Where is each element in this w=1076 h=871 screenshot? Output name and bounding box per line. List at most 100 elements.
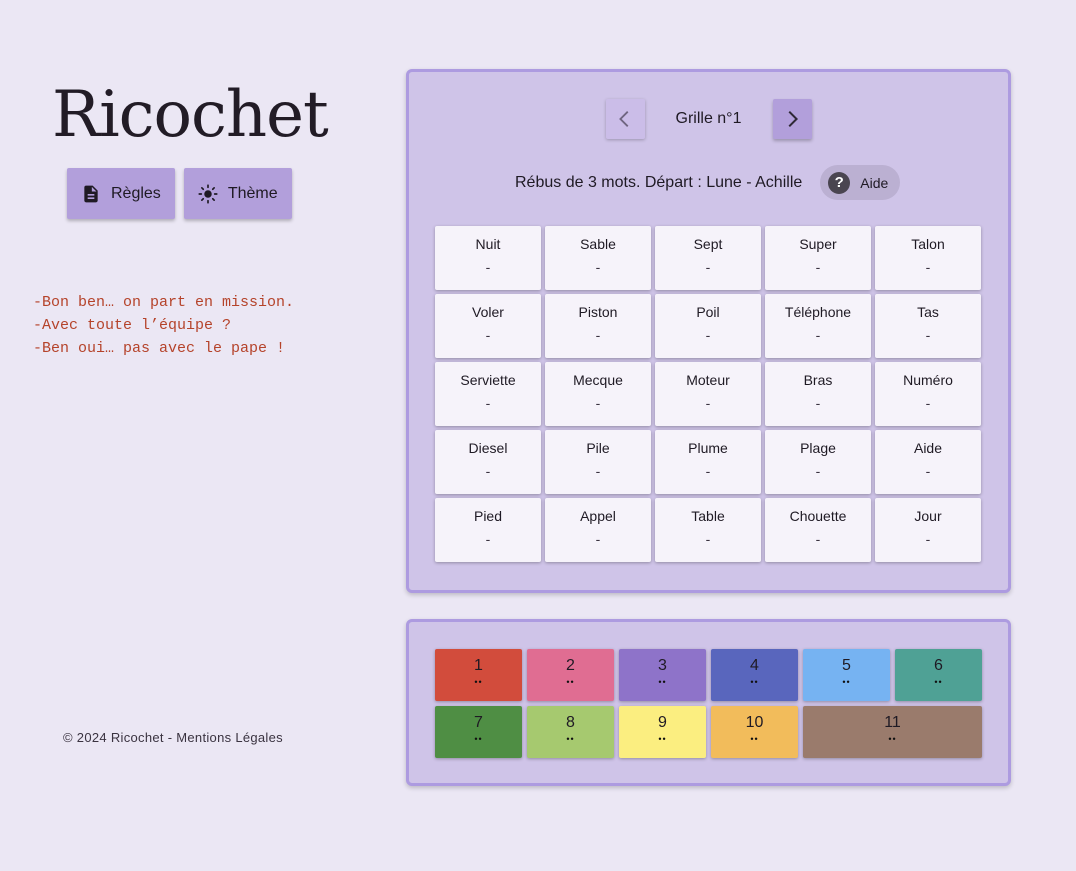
word-cell-label: Nuit: [475, 236, 501, 252]
word-cell-label: Mecque: [573, 372, 623, 388]
word-cell[interactable]: Moteur -: [655, 362, 761, 426]
word-cell-label: Tas: [917, 304, 939, 320]
word-cell-value: -: [705, 531, 711, 547]
quote-text: -Bon ben… on part en mission. -Avec tout…: [33, 294, 295, 357]
color-swatch-11[interactable]: 11 ••: [803, 706, 982, 758]
word-cell[interactable]: Tas -: [875, 294, 981, 358]
color-swatch-7[interactable]: 7 ••: [435, 706, 522, 758]
color-swatch-2[interactable]: 2 ••: [527, 649, 614, 701]
word-cell-value: -: [705, 395, 711, 411]
word-cell[interactable]: Pile -: [545, 430, 651, 494]
color-swatch-1[interactable]: 1 ••: [435, 649, 522, 701]
theme-button[interactable]: Thème: [183, 168, 292, 219]
word-cell[interactable]: Diesel -: [435, 430, 541, 494]
word-cell[interactable]: Numéro -: [875, 362, 981, 426]
swatch-number: 3: [658, 657, 667, 674]
word-cell[interactable]: Plume -: [655, 430, 761, 494]
word-cell-label: Voler: [472, 304, 504, 320]
word-cell[interactable]: Jour -: [875, 498, 981, 562]
word-cell-value: -: [705, 327, 711, 343]
word-cell-label: Bras: [803, 372, 833, 388]
swatch-number: 1: [474, 657, 483, 674]
word-cell-value: -: [705, 259, 711, 275]
word-cell-label: Aide: [913, 440, 943, 456]
word-cell-value: -: [595, 531, 601, 547]
swatch-number: 9: [658, 714, 667, 731]
word-cell-label: Serviette: [460, 372, 516, 388]
word-cell-label: Pile: [586, 440, 610, 456]
word-cell[interactable]: Voler -: [435, 294, 541, 358]
swatch-number: 11: [884, 714, 901, 731]
document-icon: [84, 185, 98, 202]
swatch-number: 4: [750, 657, 759, 674]
color-swatch-6[interactable]: 6 ••: [895, 649, 982, 701]
word-cell[interactable]: Super -: [765, 226, 871, 290]
word-cell[interactable]: Mecque -: [545, 362, 651, 426]
word-cell[interactable]: Talon -: [875, 226, 981, 290]
prev-grid-button[interactable]: [605, 99, 645, 139]
word-cell-value: -: [595, 259, 601, 275]
swatch-dots: ••: [888, 734, 897, 744]
word-cell[interactable]: Chouette -: [765, 498, 871, 562]
color-swatch-5[interactable]: 5 ••: [803, 649, 890, 701]
swatch-number: 8: [566, 714, 575, 731]
swatch-dots: ••: [658, 677, 667, 687]
word-cell[interactable]: Plage -: [765, 430, 871, 494]
chevron-left-icon: [619, 111, 629, 127]
word-cell-value: -: [925, 463, 931, 479]
swatch-dots: ••: [842, 677, 851, 687]
word-cell-value: -: [815, 463, 821, 479]
word-cell-label: Poil: [696, 304, 720, 320]
swatch-number: 2: [566, 657, 575, 674]
word-cell[interactable]: Pied -: [435, 498, 541, 562]
word-cell[interactable]: Nuit -: [435, 226, 541, 290]
swatch-dots: ••: [474, 734, 483, 744]
rules-button[interactable]: Règles: [67, 168, 175, 219]
word-cell-value: -: [925, 531, 931, 547]
word-cell[interactable]: Sable -: [545, 226, 651, 290]
color-swatch-9[interactable]: 9 ••: [619, 706, 706, 758]
word-grid: Nuit - Sable - Sept - Super - Talon - Voler - Piston…: [435, 226, 981, 562]
swatch-number: 10: [745, 714, 764, 731]
word-cell[interactable]: Poil -: [655, 294, 761, 358]
word-cell[interactable]: Aide -: [875, 430, 981, 494]
word-cell-label: Sept: [693, 236, 723, 252]
word-cell[interactable]: Piston -: [545, 294, 651, 358]
color-swatch-3[interactable]: 3 ••: [619, 649, 706, 701]
word-cell-value: -: [815, 395, 821, 411]
word-cell-value: -: [705, 463, 711, 479]
swatch-dots: ••: [566, 734, 575, 744]
help-button[interactable]: ? Aide: [820, 165, 901, 200]
word-cell[interactable]: Serviette -: [435, 362, 541, 426]
grid-panel: Grille n°1 Rébus de 3 mots. Départ : Lun…: [406, 69, 1011, 593]
word-cell-label: Moteur: [686, 372, 730, 388]
swatch-dots: ••: [658, 734, 667, 744]
word-cell[interactable]: Appel -: [545, 498, 651, 562]
word-cell-label: Plume: [688, 440, 728, 456]
word-cell[interactable]: Téléphone -: [765, 294, 871, 358]
color-swatch-4[interactable]: 4 ••: [711, 649, 798, 701]
word-cell-label: Diesel: [468, 440, 508, 456]
word-cell-value: -: [925, 327, 931, 343]
word-cell-label: Chouette: [789, 508, 847, 524]
footer-legal-link[interactable]: © 2024 Ricochet - Mentions Légales: [63, 730, 283, 745]
next-grid-button[interactable]: [772, 99, 812, 139]
swatch-dots: ••: [934, 677, 943, 687]
word-cell-value: -: [485, 531, 491, 547]
chevron-right-icon: [788, 110, 799, 128]
puzzle-description: Rébus de 3 mots. Départ : Lune - Achille: [515, 173, 803, 191]
color-swatch-8[interactable]: 8 ••: [527, 706, 614, 758]
word-cell-value: -: [815, 259, 821, 275]
puzzle-description-row: Rébus de 3 mots. Départ : Lune - Achille…: [515, 165, 901, 200]
word-cell[interactable]: Bras -: [765, 362, 871, 426]
word-cell-label: Téléphone: [784, 304, 852, 320]
word-cell[interactable]: Table -: [655, 498, 761, 562]
color-swatch-10[interactable]: 10 ••: [711, 706, 798, 758]
word-cell[interactable]: Sept -: [655, 226, 761, 290]
app-title: Ricochet: [52, 78, 329, 152]
word-cell-label: Pied: [473, 508, 503, 524]
top-buttons: Règles Thème: [67, 168, 292, 219]
swatch-number: 7: [474, 714, 483, 731]
word-cell-label: Numéro: [903, 372, 953, 388]
word-cell-value: -: [485, 395, 491, 411]
